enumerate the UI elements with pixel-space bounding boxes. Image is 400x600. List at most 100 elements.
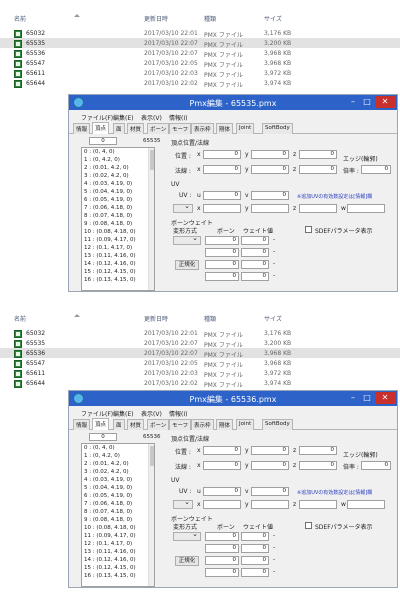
vertex-list-item[interactable]: 2 : (0.01, 4.2, 0) (82, 164, 154, 172)
bone-2-field[interactable]: 0 (205, 544, 239, 553)
vertex-index-spinner[interactable]: 0 (89, 137, 117, 145)
maximize-icon[interactable]: □ (361, 393, 373, 403)
tab[interactable]: 面 (113, 419, 125, 430)
column-size-header[interactable]: サイズ (264, 14, 282, 23)
file-row[interactable]: 65535 2017/03/10 22:07 PMX ファイル 3,200 KB (0, 38, 400, 49)
extra-uv-select[interactable] (173, 498, 193, 509)
tab[interactable]: 剛体 (216, 419, 234, 430)
file-row[interactable]: 65032 2017/03/10 22:01 PMX ファイル 3,176 KB (0, 328, 400, 339)
tab[interactable]: 頂点 (92, 418, 110, 430)
file-row[interactable]: 65611 2017/03/10 22:03 PMX ファイル 3,972 KB (0, 68, 400, 79)
pos-x-field[interactable]: 0 (203, 446, 241, 455)
vertex-list-item[interactable]: 14 : (0.12, 4.16, 0) (82, 260, 154, 268)
tab[interactable]: 材質 (127, 123, 145, 134)
file-row[interactable]: 65644 2017/03/10 22:02 PMX ファイル 3,974 KB (0, 78, 400, 89)
bone-1-field[interactable]: 0 (205, 532, 239, 541)
tab[interactable]: 剛体 (216, 123, 234, 134)
vertex-list-item[interactable]: 0 : (0, 4, 0) (82, 444, 154, 452)
weight-1-field[interactable]: 0 (241, 532, 269, 541)
vertex-list-item[interactable]: 14 : (0.12, 4.16, 0) (82, 556, 154, 564)
extra-uv-x-field[interactable] (203, 204, 241, 213)
close-icon[interactable]: ✕ (375, 96, 395, 108)
title-bar[interactable]: Pmx編集 - 65535.pmx – □ ✕ (69, 95, 397, 110)
bone-4-field[interactable]: 0 (205, 568, 239, 577)
bone-1-field[interactable]: 0 (205, 236, 239, 245)
uv-u-field[interactable]: 0 (203, 487, 241, 496)
vertex-list-item[interactable]: 8 : (0.07, 4.18, 0) (82, 212, 154, 220)
bone-4-field[interactable]: 0 (205, 272, 239, 281)
deform-type-select[interactable] (173, 234, 201, 245)
weight-3-field[interactable]: 0 (241, 556, 269, 565)
tab[interactable]: 材質 (127, 419, 145, 430)
normal-x-field[interactable]: 0 (203, 461, 241, 470)
normal-z-field[interactable]: 0 (299, 461, 337, 470)
column-name-header[interactable]: 名前 (14, 314, 26, 323)
tab[interactable]: 頂点 (92, 122, 110, 134)
pos-y-field[interactable]: 0 (251, 446, 289, 455)
file-row[interactable]: 65032 2017/03/10 22:01 PMX ファイル 3,176 KB (0, 28, 400, 39)
column-type-header[interactable]: 種類 (204, 14, 216, 23)
vertex-list-item[interactable]: 16 : (0.13, 4.15, 0) (82, 276, 154, 284)
file-row[interactable]: 65536 2017/03/10 22:07 PMX ファイル 3,968 KB (0, 348, 400, 359)
vertex-list-item[interactable]: 2 : (0.01, 4.2, 0) (82, 460, 154, 468)
weight-2-field[interactable]: 0 (241, 544, 269, 553)
tab[interactable]: SoftBody (262, 419, 293, 430)
vertex-list-item[interactable]: 4 : (0.03, 4.19, 0) (82, 180, 154, 188)
file-row[interactable]: 65547 2017/03/10 22:05 PMX ファイル 3,968 KB (0, 58, 400, 69)
menu-item[interactable]: 編集(E) (113, 113, 133, 122)
column-date-header[interactable]: 更新日時 (144, 314, 168, 323)
vertex-list-scrollbar[interactable] (148, 444, 154, 586)
menu-item[interactable]: 表示(V) (141, 113, 162, 122)
vertex-list-item[interactable]: 7 : (0.06, 4.18, 0) (82, 500, 154, 508)
vertex-list-item[interactable]: 4 : (0.03, 4.19, 0) (82, 476, 154, 484)
vertex-list-item[interactable]: 15 : (0.12, 4.15, 0) (82, 564, 154, 572)
tab[interactable]: 表示枠 (191, 123, 214, 134)
extra-uv-y-field[interactable] (251, 204, 289, 213)
minimize-icon[interactable]: – (347, 97, 359, 107)
extra-uv-w-field[interactable] (347, 204, 385, 213)
vertex-list-item[interactable]: 5 : (0.04, 4.19, 0) (82, 188, 154, 196)
menu-item[interactable]: 編集(E) (113, 409, 133, 418)
tab[interactable]: モーフ (169, 419, 192, 430)
extra-uv-y-field[interactable] (251, 500, 289, 509)
vertex-list-item[interactable]: 1 : (0, 4.2, 0) (82, 156, 154, 164)
extra-uv-x-field[interactable] (203, 500, 241, 509)
normalize-button[interactable]: 正規化 (175, 260, 199, 270)
uv-v-field[interactable]: 0 (251, 487, 289, 496)
menu-item[interactable]: 表示(V) (141, 409, 162, 418)
sdef-checkbox[interactable] (305, 522, 312, 529)
column-date-header[interactable]: 更新日時 (144, 14, 168, 23)
vertex-list-item[interactable]: 8 : (0.07, 4.18, 0) (82, 508, 154, 516)
vertex-list-item[interactable]: 9 : (0.08, 4.18, 0) (82, 220, 154, 228)
vertex-index-spinner[interactable]: 0 (89, 433, 117, 441)
tab[interactable]: ボーン (147, 123, 170, 134)
sdef-checkbox[interactable] (305, 226, 312, 233)
vertex-list-item[interactable]: 0 : (0, 4, 0) (82, 148, 154, 156)
pos-x-field[interactable]: 0 (203, 150, 241, 159)
tab[interactable]: 情報 (73, 419, 91, 430)
file-row[interactable]: 65535 2017/03/10 22:07 PMX ファイル 3,200 KB (0, 338, 400, 349)
tab[interactable]: SoftBody (262, 123, 293, 134)
weight-4-field[interactable]: 0 (241, 272, 269, 281)
vertex-list-item[interactable]: 12 : (0.1, 4.17, 0) (82, 540, 154, 548)
vertex-list-item[interactable]: 3 : (0.02, 4.2, 0) (82, 468, 154, 476)
vertex-list[interactable]: 0 : (0, 4, 0) 1 : (0, 4.2, 0) 2 : (0.01, 4… (81, 443, 155, 587)
tab[interactable]: ボーン (147, 419, 170, 430)
column-type-header[interactable]: 種類 (204, 314, 216, 323)
normal-y-field[interactable]: 0 (251, 165, 289, 174)
vertex-list-item[interactable]: 11 : (0.09, 4.17, 0) (82, 236, 154, 244)
pos-y-field[interactable]: 0 (251, 150, 289, 159)
extra-uv-select[interactable] (173, 202, 193, 213)
vertex-list-item[interactable]: 6 : (0.05, 4.19, 0) (82, 196, 154, 204)
normalize-button[interactable]: 正規化 (175, 556, 199, 566)
uv-v-field[interactable]: 0 (251, 191, 289, 200)
vertex-list-item[interactable]: 3 : (0.02, 4.2, 0) (82, 172, 154, 180)
vertex-list-item[interactable]: 5 : (0.04, 4.19, 0) (82, 484, 154, 492)
bone-2-field[interactable]: 0 (205, 248, 239, 257)
vertex-list-item[interactable]: 10 : (0.08, 4.18, 0) (82, 524, 154, 532)
normal-y-field[interactable]: 0 (251, 461, 289, 470)
file-row[interactable]: 65644 2017/03/10 22:02 PMX ファイル 3,974 KB (0, 378, 400, 389)
vertex-list-item[interactable]: 11 : (0.09, 4.17, 0) (82, 532, 154, 540)
uv-u-field[interactable]: 0 (203, 191, 241, 200)
vertex-list-item[interactable]: 7 : (0.06, 4.18, 0) (82, 204, 154, 212)
